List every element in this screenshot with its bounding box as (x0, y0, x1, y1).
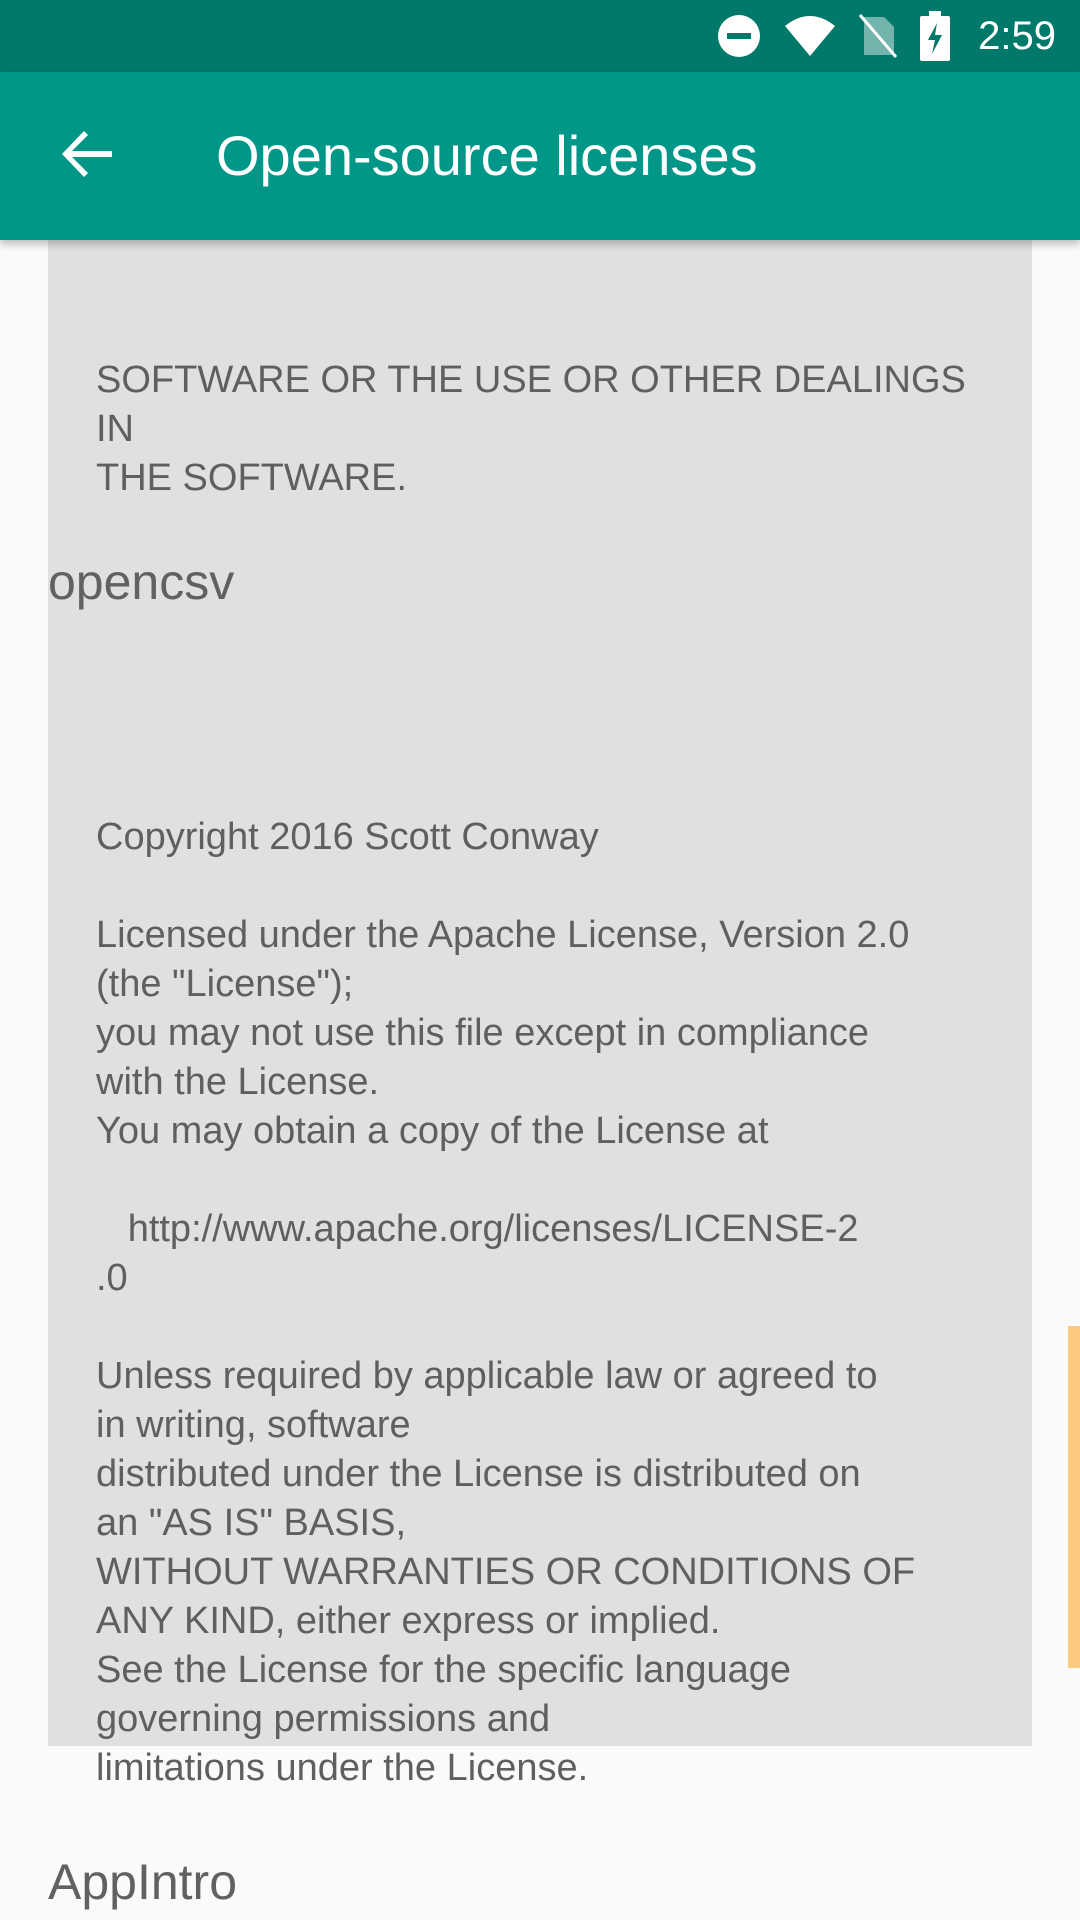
scrollbar-thumb[interactable] (1068, 1326, 1080, 1668)
app-bar: Open-source licenses (0, 72, 1080, 240)
status-time: 2:59 (978, 13, 1056, 58)
arrow-back-icon (62, 128, 114, 185)
license-text: SOFTWARE OR THE USE OR OTHER DEALINGS IN… (96, 359, 966, 499)
do-not-disturb-icon (716, 13, 762, 59)
status-icons: 2:59 (716, 0, 1056, 72)
license-list[interactable]: SOFTWARE OR THE USE OR OTHER DEALINGS IN… (0, 240, 1080, 1920)
page-title: Open-source licenses (216, 124, 758, 187)
license-text-opencsv: Copyright 2016 Scott Conway Licensed und… (96, 816, 916, 1789)
wifi-icon (784, 14, 836, 58)
back-button[interactable] (40, 108, 136, 204)
library-name-opencsv: opencsv (48, 554, 235, 610)
license-text-box-opencsv: Copyright 2016 Scott Conway Licensed und… (48, 663, 1032, 1789)
library-name-appintro: AppIntro (48, 1854, 238, 1910)
battery-charging-icon (920, 11, 951, 61)
no-sim-icon (858, 13, 898, 59)
license-text-box: SOFTWARE OR THE USE OR OTHER DEALINGS IN… (48, 240, 1032, 686)
status-bar: 2:59 (0, 0, 1080, 72)
